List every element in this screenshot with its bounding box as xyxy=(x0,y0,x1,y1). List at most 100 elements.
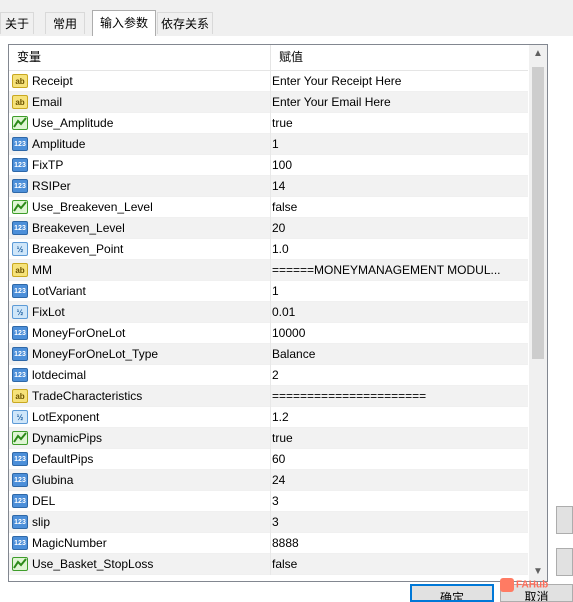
parameter-value[interactable]: 1.2 xyxy=(272,407,526,428)
integer-icon: 123 xyxy=(12,221,28,235)
parameter-value[interactable]: true xyxy=(272,113,526,134)
parameter-row[interactable]: 123 DEL 3 xyxy=(9,491,528,512)
parameter-value[interactable]: 0.01 xyxy=(272,302,526,323)
side-button-upper[interactable] xyxy=(556,506,573,534)
watermark-mark-icon xyxy=(500,578,514,592)
parameter-value[interactable]: 2 xyxy=(272,365,526,386)
parameter-value[interactable]: false xyxy=(272,554,526,575)
integer-icon: 123 xyxy=(12,347,28,361)
parameter-value[interactable]: ======MONEYMANAGEMENT MODUL... xyxy=(272,260,526,281)
parameter-row[interactable]: ab MM ======MONEYMANAGEMENT MODUL... xyxy=(9,260,528,281)
header-variable[interactable]: 变量 xyxy=(9,45,41,70)
parameter-row[interactable]: 123 MagicNumber 8888 xyxy=(9,533,528,554)
parameter-row[interactable]: Use_Basket_StopLoss false xyxy=(9,554,528,575)
parameter-row[interactable]: 123 FixTP 100 xyxy=(9,155,528,176)
parameter-row[interactable]: 123 LotVariant 1 xyxy=(9,281,528,302)
column-divider xyxy=(270,533,271,554)
parameter-value[interactable]: 100 xyxy=(272,155,526,176)
parameter-name: Receipt xyxy=(32,74,73,88)
scroll-thumb[interactable] xyxy=(532,67,544,359)
column-divider xyxy=(270,197,271,218)
side-button-lower[interactable] xyxy=(556,548,573,576)
parameter-name: TradeCharacteristics xyxy=(32,389,143,403)
column-divider xyxy=(270,239,271,260)
integer-icon: 123 xyxy=(12,452,28,466)
tab-about[interactable]: 关于 xyxy=(0,12,34,34)
parameter-row[interactable]: 123 DefaultPips 60 xyxy=(9,449,528,470)
string-icon: ab xyxy=(12,74,28,88)
parameter-row[interactable]: 123 Breakeven_Level 20 xyxy=(9,218,528,239)
parameter-value[interactable]: Balance xyxy=(272,344,526,365)
column-divider xyxy=(270,491,271,512)
parameter-row[interactable]: ab TradeCharacteristics ==================… xyxy=(9,386,528,407)
parameter-value[interactable]: true xyxy=(272,428,526,449)
parameter-row[interactable]: 123 MoneyForOneLot 10000 xyxy=(9,323,528,344)
parameter-value[interactable]: ====================== xyxy=(272,386,526,407)
tab-bar: 关于 常用 输入参数 依存关系 xyxy=(0,0,573,36)
column-divider xyxy=(270,470,271,491)
parameter-name: Use_Basket_StopLoss xyxy=(32,557,154,571)
parameter-row[interactable]: 123 slip 3 xyxy=(9,512,528,533)
parameter-value[interactable]: 24 xyxy=(272,470,526,491)
parameter-value[interactable]: 8888 xyxy=(272,533,526,554)
column-divider xyxy=(270,554,271,575)
parameter-row[interactable]: 123 Glubina 24 xyxy=(9,470,528,491)
column-divider xyxy=(270,260,271,281)
parameter-name: slip xyxy=(32,515,51,529)
parameter-value[interactable]: 60 xyxy=(272,449,526,470)
tab-common[interactable]: 常用 xyxy=(45,12,85,34)
tab-inputs[interactable]: 输入参数 xyxy=(92,10,156,36)
parameter-row[interactable]: ½ Breakeven_Point 1.0 xyxy=(9,239,528,260)
parameter-value[interactable]: 3 xyxy=(272,491,526,512)
parameter-row[interactable]: 123 Amplitude 1 xyxy=(9,134,528,155)
parameter-name: LotVariant xyxy=(32,284,86,298)
double-icon: ½ xyxy=(12,305,28,319)
parameter-value[interactable]: 20 xyxy=(272,218,526,239)
parameter-row[interactable]: 123 RSIPer 14 xyxy=(9,176,528,197)
tab-dependencies[interactable]: 依存关系 xyxy=(157,12,213,34)
integer-icon: 123 xyxy=(12,473,28,487)
parameter-value[interactable]: 14 xyxy=(272,176,526,197)
integer-icon: 123 xyxy=(12,368,28,382)
parameter-name: MM xyxy=(32,263,52,277)
parameter-row[interactable]: ab Email Enter Your Email Here xyxy=(9,92,528,113)
parameter-row[interactable]: Use_Amplitude true xyxy=(9,113,528,134)
parameter-row[interactable]: ½ LotExponent 1.2 xyxy=(9,407,528,428)
column-divider xyxy=(270,302,271,323)
parameter-value[interactable]: 1 xyxy=(272,134,526,155)
double-icon: ½ xyxy=(12,242,28,256)
parameter-name: Glubina xyxy=(32,473,74,487)
parameter-row[interactable]: DynamicPips true xyxy=(9,428,528,449)
header-value[interactable]: 赋值 xyxy=(271,45,303,70)
parameter-name: Use_Breakeven_Level xyxy=(32,200,153,214)
parameter-row[interactable]: ½ FixLot 0.01 xyxy=(9,302,528,323)
parameter-value[interactable]: false xyxy=(272,197,526,218)
parameter-name: LotExponent xyxy=(32,410,100,424)
parameter-row[interactable]: 123 MoneyForOneLot_Type Balance xyxy=(9,344,528,365)
parameter-name: Breakeven_Point xyxy=(32,242,124,256)
parameter-value[interactable]: 10000 xyxy=(272,323,526,344)
vertical-scrollbar[interactable]: ▲ ▼ xyxy=(529,45,547,581)
ok-button[interactable]: 确定 xyxy=(410,584,494,602)
column-divider xyxy=(270,344,271,365)
watermark-text: FAHub xyxy=(516,579,549,591)
parameter-row[interactable]: ab Receipt Enter Your Receipt Here xyxy=(9,71,528,92)
parameter-name: lotdecimal xyxy=(32,368,87,382)
parameter-value[interactable]: 1 xyxy=(272,281,526,302)
column-divider xyxy=(270,134,271,155)
parameter-value[interactable]: Enter Your Email Here xyxy=(272,92,526,113)
column-divider xyxy=(270,386,271,407)
parameter-name: FixLot xyxy=(32,305,65,319)
parameter-value[interactable]: Enter Your Receipt Here xyxy=(272,71,526,92)
parameter-name: DynamicPips xyxy=(32,431,103,445)
parameter-value[interactable]: 3 xyxy=(272,512,526,533)
boolean-icon xyxy=(12,557,28,571)
parameter-name: Breakeven_Level xyxy=(32,221,125,235)
column-divider xyxy=(270,155,271,176)
parameter-value[interactable]: 1.0 xyxy=(272,239,526,260)
parameter-row[interactable]: 123 lotdecimal 2 xyxy=(9,365,528,386)
string-icon: ab xyxy=(12,95,28,109)
parameter-row[interactable]: Use_Breakeven_Level false xyxy=(9,197,528,218)
integer-icon: 123 xyxy=(12,284,28,298)
scroll-up-icon[interactable]: ▲ xyxy=(529,45,547,63)
